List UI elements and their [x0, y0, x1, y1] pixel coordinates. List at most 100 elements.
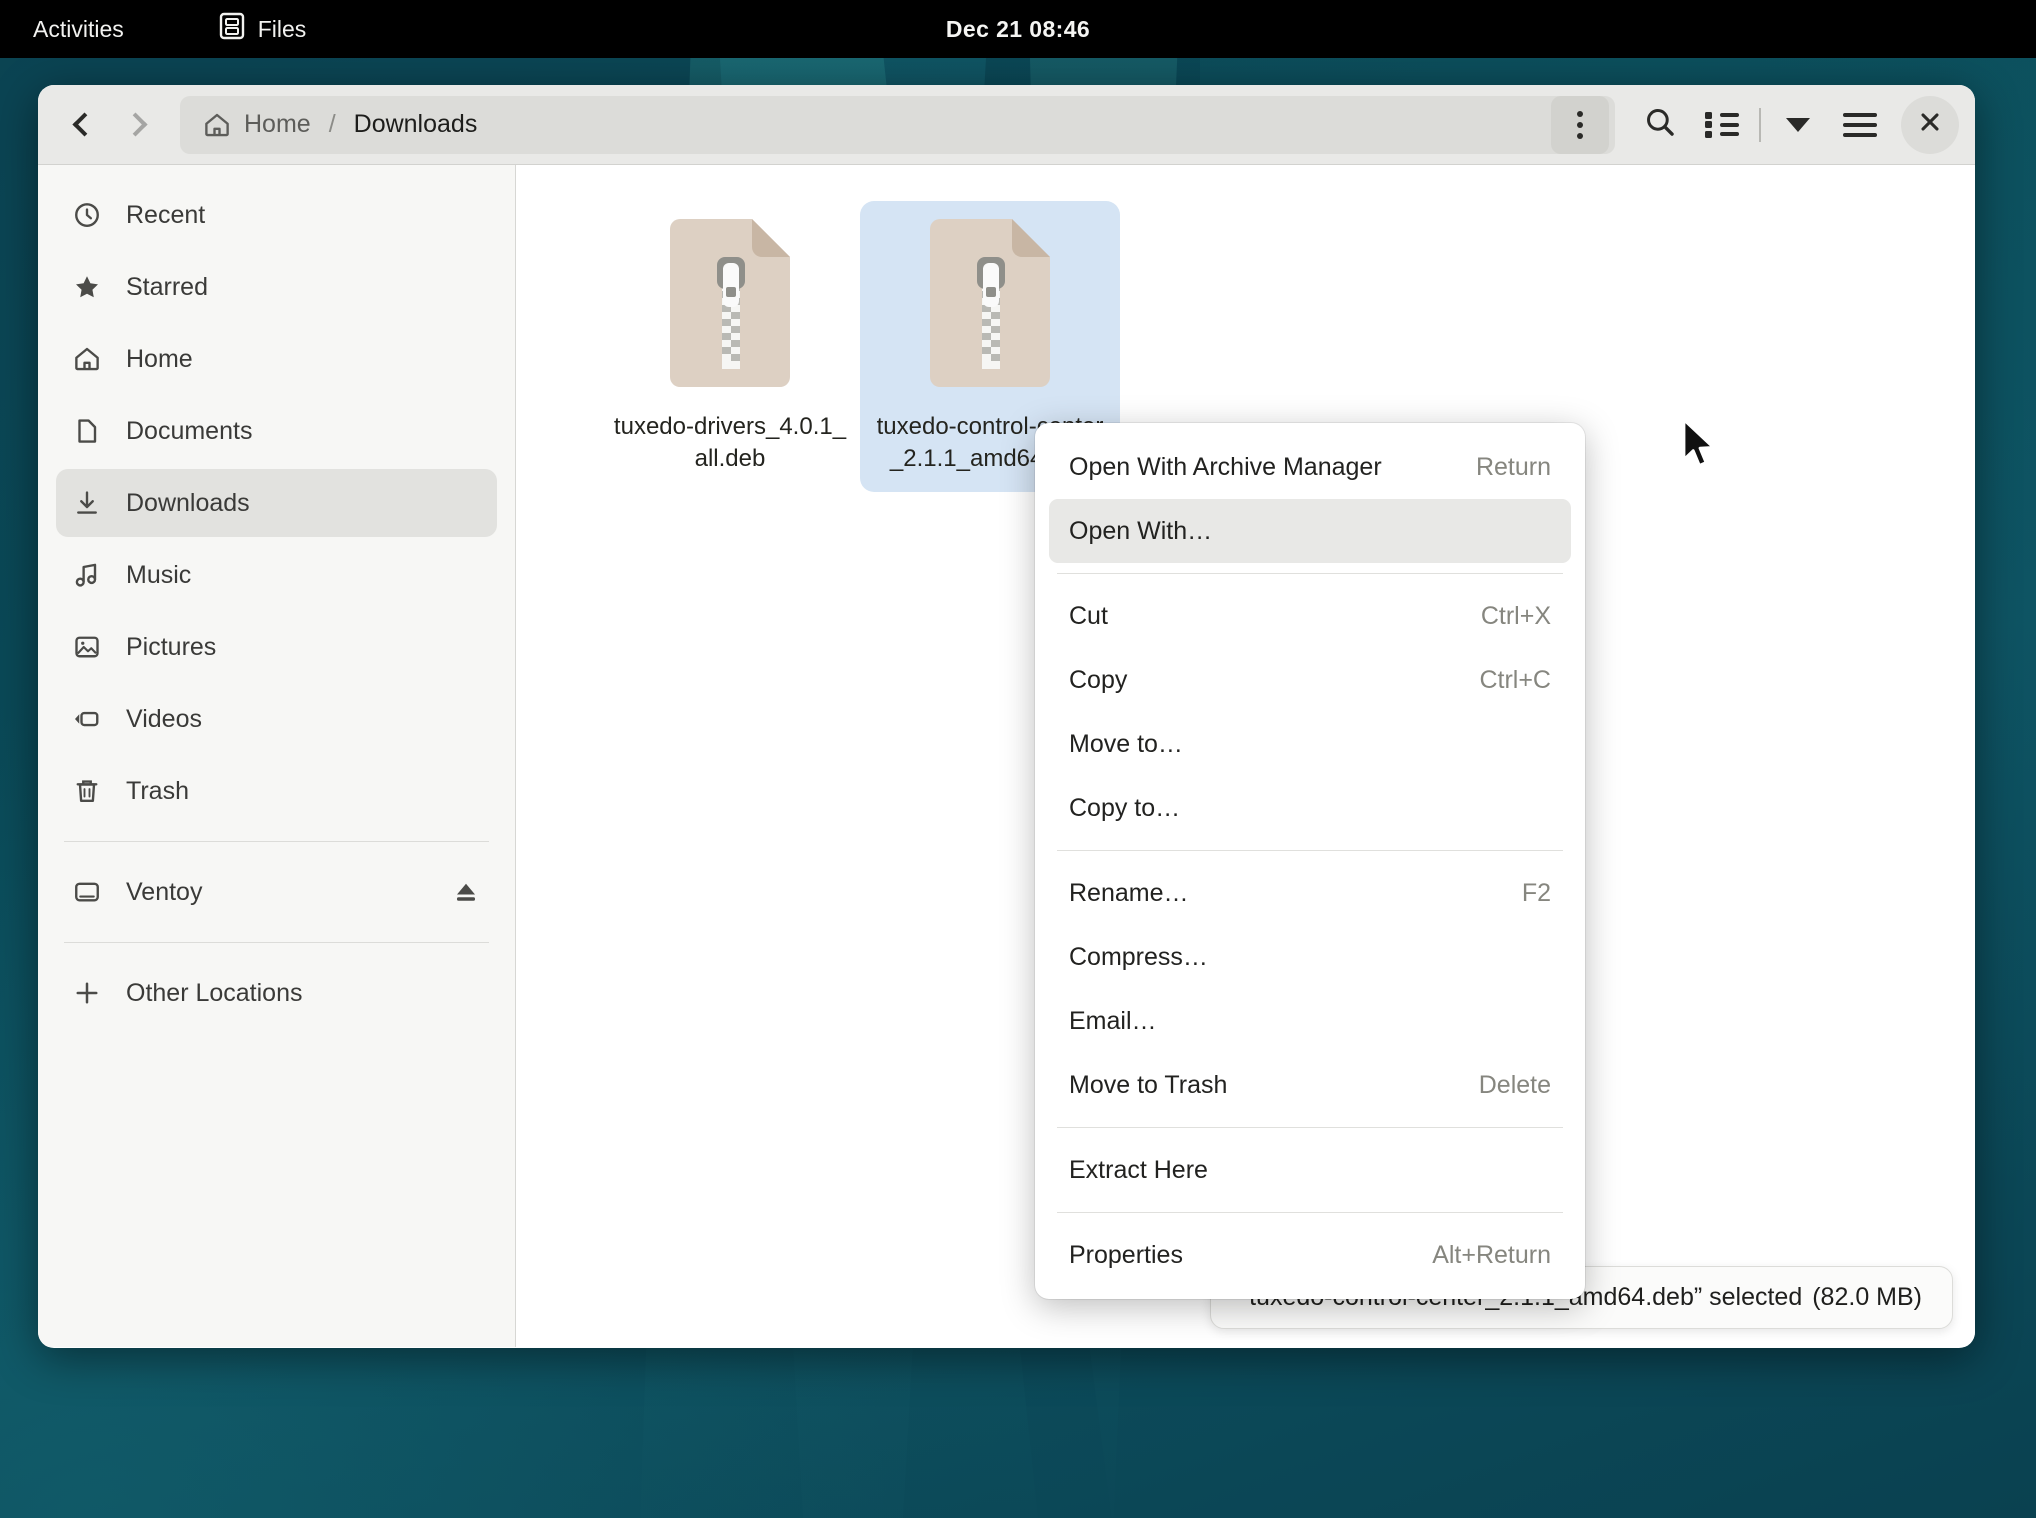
- hamburger-menu-icon: [1843, 112, 1877, 137]
- menu-item-label: Open With Archive Manager: [1069, 452, 1382, 481]
- view-mode-button[interactable]: [1691, 96, 1753, 154]
- sidebar-item-label: Music: [126, 560, 192, 589]
- window-body: Recent Starred Home Documents Downloads …: [38, 165, 1975, 1347]
- menu-divider: [1057, 850, 1563, 851]
- sidebar-item-pictures[interactable]: Pictures: [56, 613, 497, 681]
- menu-item-accel: Delete: [1478, 1070, 1551, 1099]
- breadcrumb-item-current[interactable]: Downloads: [354, 110, 478, 139]
- trash-icon: [72, 776, 102, 806]
- sidebar-item-label: Home: [126, 344, 193, 373]
- menu-item-copy[interactable]: Copy Ctrl+C: [1049, 648, 1571, 712]
- sidebar-item-videos[interactable]: Videos: [56, 685, 497, 753]
- menu-item-label: Open With…: [1069, 516, 1213, 545]
- sidebar-divider: [64, 841, 489, 842]
- sidebar-item-label: Videos: [126, 704, 202, 733]
- breadcrumb-current-label: Downloads: [353, 110, 478, 138]
- sidebar-item-label: Documents: [126, 416, 253, 445]
- search-button[interactable]: [1629, 96, 1691, 154]
- menu-item-accel: Alt+Return: [1432, 1240, 1551, 1269]
- music-icon: [72, 560, 102, 590]
- menu-item-move-to-trash[interactable]: Move to Trash Delete: [1049, 1053, 1571, 1117]
- sidebar-item-recent[interactable]: Recent: [56, 181, 497, 249]
- menu-item-extract-here[interactable]: Extract Here: [1049, 1138, 1571, 1202]
- sidebar-item-label: Starred: [126, 272, 208, 301]
- menu-item-label: Move to Trash: [1069, 1070, 1228, 1099]
- app-indicator-files[interactable]: Files: [219, 12, 307, 46]
- home-icon: [72, 344, 102, 374]
- menu-item-label: Email…: [1069, 1006, 1157, 1035]
- sidebar-item-trash[interactable]: Trash: [56, 757, 497, 825]
- files-icon: [219, 12, 245, 46]
- plus-icon: [72, 978, 102, 1008]
- search-icon: [1643, 105, 1677, 144]
- files-window: Home / Downloads Recent Starred Home Doc…: [38, 85, 1975, 1348]
- gnome-top-bar: Activities Files Dec 21 08:46: [0, 0, 2036, 58]
- menu-item-copy-to[interactable]: Copy to…: [1049, 776, 1571, 840]
- menu-item-email[interactable]: Email…: [1049, 989, 1571, 1053]
- home-icon: [202, 110, 232, 140]
- file-item[interactable]: tuxedo-drivers_4.0.1_all.deb: [600, 201, 860, 492]
- menu-item-label: Compress…: [1069, 942, 1208, 971]
- archive-icon: [920, 215, 1060, 391]
- menu-item-accel: Ctrl+C: [1479, 665, 1551, 694]
- sidebar-device-label: Ventoy: [126, 877, 203, 906]
- close-button[interactable]: [1901, 95, 1959, 154]
- sidebar-item-starred[interactable]: Starred: [56, 253, 497, 321]
- breadcrumb: Home / Downloads: [180, 95, 1615, 154]
- menu-item-move-to[interactable]: Move to…: [1049, 712, 1571, 776]
- list-view-icon: [1705, 111, 1739, 138]
- status-size: (82.0 MB): [1812, 1283, 1922, 1311]
- menu-item-label: Extract Here: [1069, 1155, 1208, 1184]
- sidebar-item-music[interactable]: Music: [56, 541, 497, 609]
- menu-item-cut[interactable]: Cut Ctrl+X: [1049, 584, 1571, 648]
- sidebar-item-home[interactable]: Home: [56, 325, 497, 393]
- menu-item-label: Properties: [1069, 1240, 1183, 1269]
- sidebar-item-label: Recent: [126, 200, 206, 229]
- sidebar-item-other-locations[interactable]: Other Locations: [56, 959, 497, 1027]
- menu-item-rename[interactable]: Rename… F2: [1049, 861, 1571, 925]
- star-icon: [72, 272, 102, 302]
- chevron-left-icon: [72, 112, 97, 137]
- sidebar-item-label: Downloads: [126, 488, 250, 517]
- activities-button[interactable]: Activities: [33, 16, 124, 43]
- chevron-down-icon: [1786, 117, 1810, 132]
- menu-item-properties[interactable]: Properties Alt+Return: [1049, 1223, 1571, 1287]
- chevron-right-icon: [123, 112, 148, 137]
- toolbar-divider: [1759, 107, 1761, 142]
- sidebar-item-label: Other Locations: [126, 978, 303, 1007]
- menu-item-label: Copy: [1069, 665, 1128, 694]
- sidebar-item-label: Pictures: [126, 632, 217, 661]
- document-icon: [72, 416, 102, 446]
- view-options-dropdown[interactable]: [1767, 96, 1829, 154]
- eject-icon[interactable]: [451, 877, 481, 907]
- menu-item-label: Cut: [1069, 601, 1108, 630]
- forward-button[interactable]: [110, 97, 166, 153]
- sidebar-item-ventoy[interactable]: Ventoy: [56, 858, 497, 926]
- sidebar: Recent Starred Home Documents Downloads …: [38, 165, 516, 1347]
- kebab-menu-icon[interactable]: [1551, 95, 1609, 154]
- file-name-label: tuxedo-drivers_4.0.1_all.deb: [613, 413, 847, 472]
- sidebar-item-label: Trash: [126, 776, 189, 805]
- drive-icon: [72, 877, 102, 907]
- app-indicator-label: Files: [257, 15, 307, 42]
- menu-divider: [1057, 1212, 1563, 1213]
- menu-item-open-with[interactable]: Open With…: [1049, 499, 1571, 563]
- context-menu: Open With Archive Manager Return Open Wi…: [1035, 423, 1585, 1299]
- video-icon: [72, 704, 102, 734]
- clock-icon: [72, 200, 102, 230]
- menu-item-accel: Ctrl+X: [1480, 601, 1551, 630]
- menu-item-open-with-archive-manager[interactable]: Open With Archive Manager Return: [1049, 435, 1571, 499]
- menu-item-label: Rename…: [1069, 878, 1189, 907]
- menu-item-label: Move to…: [1069, 729, 1183, 758]
- back-button[interactable]: [54, 97, 110, 153]
- menu-item-compress[interactable]: Compress…: [1049, 925, 1571, 989]
- sidebar-item-downloads[interactable]: Downloads: [56, 469, 497, 537]
- archive-icon: [660, 215, 800, 391]
- main-menu-button[interactable]: [1829, 96, 1891, 154]
- menu-item-accel: Return: [1475, 452, 1551, 481]
- image-icon: [72, 632, 102, 662]
- close-icon: [1916, 108, 1944, 141]
- sidebar-item-documents[interactable]: Documents: [56, 397, 497, 465]
- breadcrumb-item-home[interactable]: Home: [202, 110, 311, 140]
- window-header-bar: Home / Downloads: [38, 85, 1975, 165]
